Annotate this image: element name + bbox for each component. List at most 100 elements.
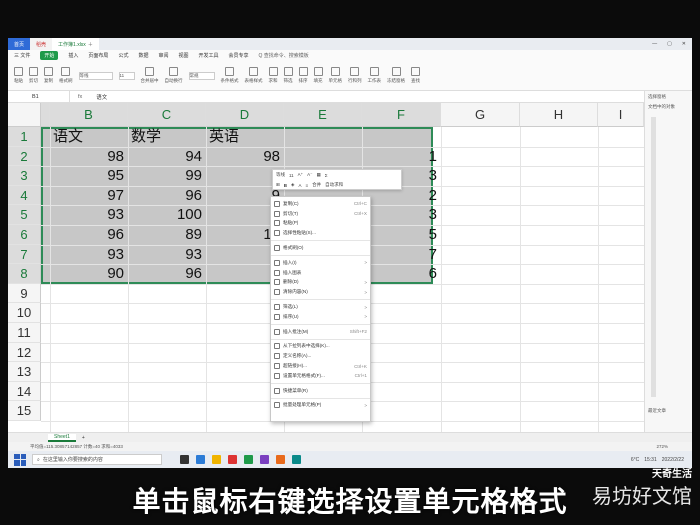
column-header-f[interactable]: F bbox=[362, 103, 441, 127]
context-menu-item[interactable]: 插入图表 bbox=[271, 268, 370, 278]
cut-button[interactable]: 剪切 bbox=[29, 67, 38, 84]
menu-review[interactable]: 审阅 bbox=[158, 52, 168, 59]
context-menu-item[interactable]: 筛选(L) > bbox=[271, 302, 370, 312]
row-header-5[interactable]: 5 bbox=[8, 205, 41, 225]
context-menu-item[interactable]: 复制(C) Ctrl+C bbox=[271, 199, 370, 209]
menu-page-layout[interactable]: 页面布局 bbox=[88, 52, 108, 59]
merge-icon[interactable]: ▦ bbox=[316, 172, 320, 178]
row-header-3[interactable]: 3 bbox=[8, 166, 41, 186]
row-header-13[interactable]: 13 bbox=[8, 362, 41, 382]
row-header-12[interactable]: 12 bbox=[8, 342, 41, 363]
context-menu-item[interactable]: 排序(U) > bbox=[271, 312, 370, 322]
row-header-11[interactable]: 11 bbox=[8, 323, 41, 343]
grow-font-icon[interactable]: A⁺ bbox=[298, 172, 303, 178]
freeze-button[interactable]: 冻结窗格 bbox=[387, 67, 405, 84]
context-menu-item[interactable]: 插入(I) > bbox=[271, 258, 370, 268]
select-all-corner[interactable] bbox=[8, 103, 41, 127]
row-header-8[interactable]: 8 bbox=[8, 264, 41, 284]
menu-data[interactable]: 数据 bbox=[138, 52, 148, 59]
sheet-tab[interactable]: Sheet1 bbox=[48, 433, 76, 442]
clock-time[interactable]: 15:31 bbox=[644, 457, 657, 463]
conditional-format-button[interactable]: 条件格式 bbox=[221, 67, 239, 84]
mini-merge-label[interactable]: 合并 bbox=[312, 182, 321, 188]
format-painter-button[interactable]: 格式刷 bbox=[59, 67, 73, 84]
find-button[interactable]: 查找 bbox=[411, 67, 420, 84]
fx-icon[interactable]: fx bbox=[70, 94, 90, 100]
context-menu-item[interactable]: 设置单元格格式(F)... Ctrl+1 bbox=[271, 371, 370, 381]
context-menu-item[interactable]: 插入批注(M) Shift+F2 bbox=[271, 327, 370, 337]
cell-button[interactable]: 单元格 bbox=[329, 67, 342, 84]
font-color-icon[interactable]: A bbox=[299, 183, 302, 188]
fill-color-icon[interactable]: ◈ bbox=[291, 182, 294, 188]
row-header-14[interactable]: 14 bbox=[8, 381, 41, 402]
row-header-7[interactable]: 7 bbox=[8, 244, 41, 265]
column-header-e[interactable]: E bbox=[284, 103, 362, 127]
weather-text[interactable]: 6°C bbox=[631, 457, 639, 463]
menu-insert[interactable]: 插入 bbox=[68, 52, 78, 59]
context-menu-item[interactable]: 删除(D) > bbox=[271, 278, 370, 288]
menu-member[interactable]: 会员专享 bbox=[229, 52, 249, 59]
column-header-h[interactable]: H bbox=[520, 103, 598, 127]
align-icon[interactable]: ≡ bbox=[306, 183, 309, 188]
cell-c2[interactable]: 94 bbox=[128, 147, 206, 167]
sigma-icon[interactable]: Σ bbox=[325, 173, 328, 178]
minimize-icon[interactable]: — bbox=[652, 41, 657, 47]
menu-start[interactable]: 开始 bbox=[40, 51, 59, 60]
menu-dev-tools[interactable]: 开发工具 bbox=[199, 52, 219, 59]
filter-button[interactable]: 筛选 bbox=[283, 67, 293, 84]
wrap-text-button[interactable]: 自动换行 bbox=[165, 67, 183, 84]
bold-icon[interactable]: B bbox=[284, 183, 287, 188]
context-menu-item[interactable]: 定义名称(A)... bbox=[271, 351, 370, 361]
maximize-icon[interactable]: ▢ bbox=[667, 41, 672, 47]
context-menu-item[interactable]: 剪切(T) Ctrl+X bbox=[271, 209, 370, 219]
app-icon[interactable] bbox=[260, 455, 269, 464]
row-header-9[interactable]: 9 bbox=[8, 283, 41, 304]
row-header-6[interactable]: 6 bbox=[8, 225, 41, 245]
font-size-select[interactable]: 11 bbox=[118, 71, 135, 80]
formula-input[interactable]: 语文 bbox=[90, 93, 107, 101]
column-header-d[interactable]: D bbox=[206, 103, 284, 127]
context-menu-item[interactable]: 选择性粘贴(S)... bbox=[271, 228, 370, 238]
row-header-2[interactable]: 2 bbox=[8, 146, 41, 167]
cell-b2[interactable]: 98 bbox=[50, 147, 128, 167]
clock-date[interactable]: 2022/2/22 bbox=[662, 457, 684, 463]
browser-icon[interactable] bbox=[196, 455, 205, 464]
folder-icon[interactable] bbox=[212, 455, 221, 464]
context-menu-item[interactable]: 粘贴(P) bbox=[271, 219, 370, 229]
cell-d2[interactable]: 98 bbox=[206, 147, 284, 167]
menu-formula[interactable]: 公式 bbox=[118, 52, 128, 59]
spreadsheet-app-icon[interactable] bbox=[244, 455, 253, 464]
context-menu-item[interactable]: 批量处理单元格(P) > bbox=[271, 401, 370, 411]
cell-c6[interactable]: 89 bbox=[128, 225, 206, 245]
tab-workbook[interactable]: 工作簿1.xlsx ＋ bbox=[52, 38, 99, 50]
vertical-scrollbar[interactable] bbox=[651, 117, 656, 397]
cell-f5[interactable]: 3 bbox=[362, 205, 441, 225]
merge-center-button[interactable]: 合并居中 bbox=[141, 67, 159, 84]
shrink-font-icon[interactable]: A⁻ bbox=[307, 172, 312, 178]
context-menu-item[interactable]: 格式刷(O) bbox=[271, 243, 370, 253]
cell-d1[interactable]: 英语 bbox=[206, 127, 284, 147]
mini-autosum-label[interactable]: 自动求和 bbox=[325, 182, 343, 188]
table-style-button[interactable]: 表格样式 bbox=[245, 67, 263, 84]
context-menu-item[interactable]: 快捷菜单(R) bbox=[271, 386, 370, 396]
cell-f6[interactable]: 5 bbox=[362, 225, 441, 245]
add-sheet-icon[interactable]: + bbox=[82, 435, 85, 441]
cell-b5[interactable]: 93 bbox=[50, 205, 128, 225]
menu-view[interactable]: 视图 bbox=[178, 52, 188, 59]
cell-b3[interactable]: 95 bbox=[50, 166, 128, 186]
task-view-icon[interactable] bbox=[180, 455, 189, 464]
cell-b4[interactable]: 97 bbox=[50, 186, 128, 206]
tab-home[interactable]: 首页 bbox=[8, 38, 31, 50]
row-header-10[interactable]: 10 bbox=[8, 303, 41, 323]
column-header-b[interactable]: B bbox=[50, 103, 128, 127]
cell-f8[interactable]: 6 bbox=[362, 264, 441, 284]
tab-docer[interactable]: 稻壳 bbox=[30, 38, 53, 50]
app-icon[interactable] bbox=[276, 455, 285, 464]
number-format-select[interactable]: 常规 bbox=[188, 71, 215, 80]
zoom-level[interactable]: 272% bbox=[656, 444, 692, 449]
taskbar-search[interactable]: ⌕ 在这里输入你要搜索的内容 bbox=[32, 454, 162, 465]
context-menu-item[interactable]: 超链接(H)... Ctrl+K bbox=[271, 361, 370, 371]
cell-c7[interactable]: 93 bbox=[128, 245, 206, 265]
worksheet-button[interactable]: 工作表 bbox=[368, 67, 381, 84]
context-menu-item[interactable]: 从下拉列表中选择(K)... bbox=[271, 342, 370, 352]
